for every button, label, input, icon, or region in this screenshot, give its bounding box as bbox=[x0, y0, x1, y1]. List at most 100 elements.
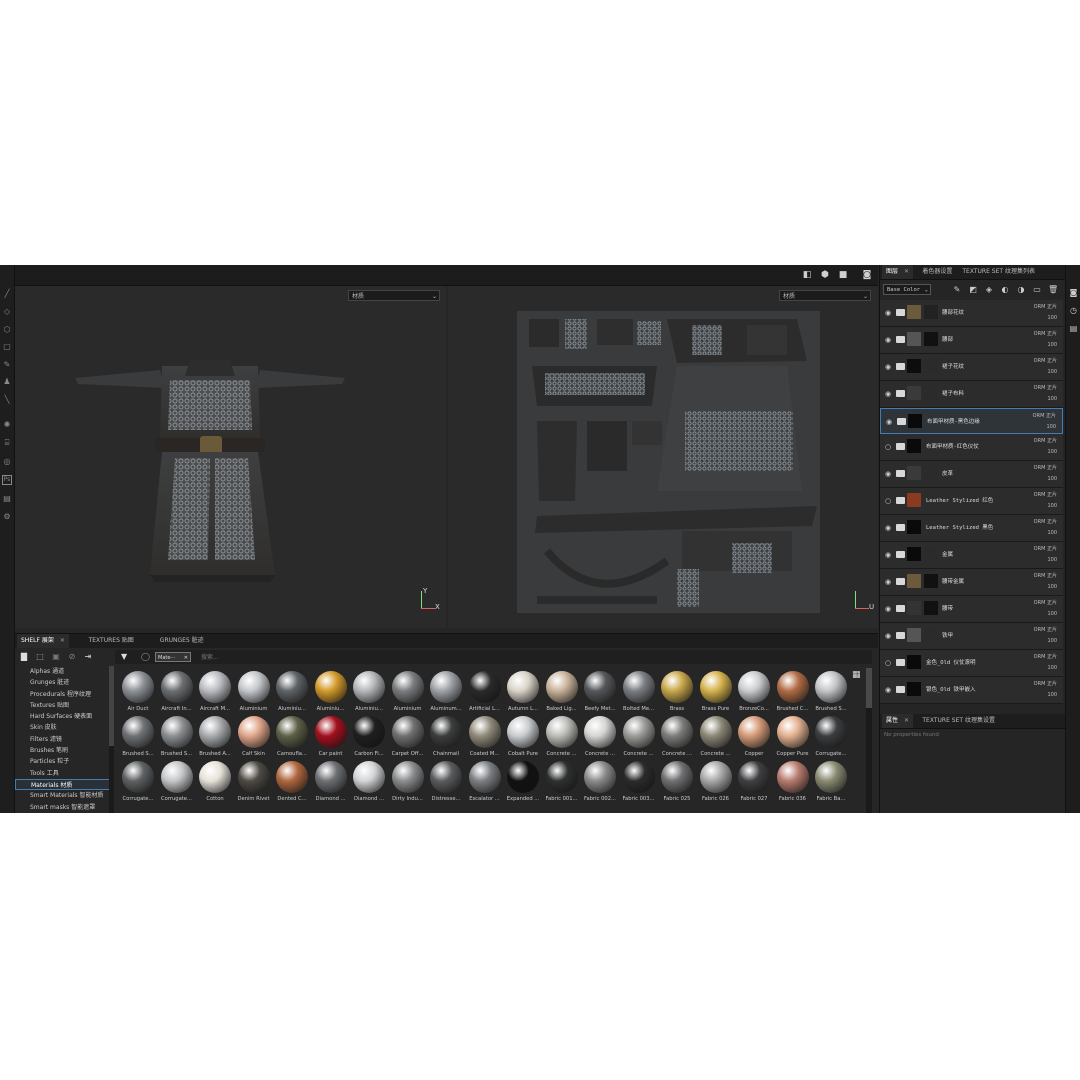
layer-opacity[interactable]: 100 bbox=[1047, 530, 1057, 536]
visibility-eye-icon[interactable]: ◉ bbox=[883, 469, 893, 479]
layer-row[interactable]: ◉ 腰带 ORM 正片 100 bbox=[880, 596, 1063, 623]
layer-row[interactable]: ◉ 腰带金属 ORM 正片 100 bbox=[880, 569, 1063, 596]
layer-row[interactable]: ◉ 铁甲 ORM 正片 100 bbox=[880, 623, 1063, 650]
material-tile[interactable]: Dented C... bbox=[273, 761, 311, 807]
layer-row[interactable]: ◉ 腰部花纹 ORM 正片 100 bbox=[880, 300, 1063, 327]
shader-settings-icon[interactable]: ◎ bbox=[2, 457, 12, 467]
shelf-category-item[interactable]: Particles 粒子 bbox=[15, 756, 110, 767]
material-tile[interactable]: Chainmail bbox=[427, 716, 465, 762]
log-icon[interactable]: ▤ bbox=[1068, 323, 1079, 334]
shelf-category-item[interactable]: Grunges 脏迹 bbox=[15, 677, 110, 688]
layer-opacity[interactable]: 100 bbox=[1047, 557, 1057, 563]
material-tile[interactable]: Baked Lig... bbox=[543, 671, 581, 717]
shelf-category-item[interactable]: Tools 工具 bbox=[15, 768, 110, 779]
layer-row[interactable]: ◉ Leather Stylized 黑色 ORM 正片 100 bbox=[880, 515, 1063, 542]
layer-blend-mode[interactable]: ORM 正片 bbox=[1034, 653, 1057, 660]
close-icon[interactable]: ✕ bbox=[904, 717, 909, 724]
shelf-category-item[interactable]: Materials 材质 bbox=[15, 778, 110, 791]
material-scrollbar[interactable] bbox=[866, 668, 872, 813]
layer-row[interactable]: ○ Leather Stylized 红色 ORM 正片 100 bbox=[880, 488, 1063, 515]
material-tile[interactable]: Fabric 025 bbox=[658, 761, 696, 807]
export-icon[interactable]: ▤ bbox=[2, 494, 12, 504]
material-tile[interactable]: Aircraft M... bbox=[196, 671, 234, 717]
material-tile[interactable]: Fabric Ba... bbox=[812, 761, 850, 807]
display-settings-icon[interactable]: ✺ bbox=[2, 420, 12, 430]
material-tile[interactable]: Fabric 026 bbox=[697, 761, 735, 807]
fill-layer-icon[interactable]: ◈ bbox=[984, 285, 994, 295]
shelf-category-item[interactable]: Hard Surfaces 硬表面 bbox=[15, 711, 110, 722]
material-tile[interactable]: Brushed A... bbox=[196, 716, 234, 762]
add-layer-icon[interactable]: ◩ bbox=[968, 285, 978, 295]
layer-opacity[interactable]: 100 bbox=[1047, 396, 1057, 402]
material-tile[interactable]: Aluminiu... bbox=[350, 671, 388, 717]
viewport-3d[interactable]: 材质 ⌄ Y X bbox=[15, 286, 446, 628]
visibility-eye-icon[interactable]: ○ bbox=[883, 496, 893, 506]
material-tile[interactable]: Air Duct bbox=[119, 671, 157, 717]
eraser-icon[interactable]: ◇ bbox=[2, 307, 12, 317]
material-tile[interactable]: Corrugate... bbox=[812, 716, 850, 762]
layer-blend-mode[interactable]: ORM 正片 bbox=[1034, 518, 1057, 525]
brush-icon[interactable]: ╱ bbox=[2, 289, 12, 299]
visibility-eye-icon[interactable]: ◉ bbox=[883, 685, 893, 695]
material-tile[interactable]: Escalator ... bbox=[466, 761, 504, 807]
material-tile[interactable]: Distresse... bbox=[427, 761, 465, 807]
shelf-tab-1[interactable]: TEXTURES 贴图 bbox=[85, 634, 138, 648]
history-icon[interactable]: ◷ bbox=[1068, 305, 1079, 316]
viewport-3d-mode-select[interactable]: 材质 ⌄ bbox=[348, 290, 440, 301]
visibility-eye-icon[interactable]: ◉ bbox=[883, 389, 893, 399]
visibility-eye-icon[interactable]: ○ bbox=[883, 658, 893, 668]
layer-opacity[interactable]: 100 bbox=[1046, 424, 1056, 430]
material-tile[interactable]: Car paint bbox=[312, 716, 350, 762]
save-icon[interactable]: ▣ bbox=[51, 652, 61, 662]
layer-opacity[interactable]: 100 bbox=[1047, 369, 1057, 375]
visibility-eye-icon[interactable]: ◉ bbox=[884, 417, 894, 427]
material-tile[interactable]: Concrete ... bbox=[658, 716, 696, 762]
layer-blend-mode[interactable]: ORM 正片 bbox=[1034, 545, 1057, 552]
material-scroll-thumb[interactable] bbox=[866, 668, 872, 708]
layer-blend-mode[interactable]: ORM 正片 bbox=[1034, 626, 1057, 633]
layer-opacity[interactable]: 100 bbox=[1047, 315, 1057, 321]
material-tile[interactable]: Diamond ... bbox=[312, 761, 350, 807]
material-tile[interactable]: Carbon Fi... bbox=[350, 716, 388, 762]
material-tile[interactable]: Cotton bbox=[196, 761, 234, 807]
properties-tab-1[interactable]: TEXTURE SET 纹理集设置 bbox=[918, 714, 999, 728]
shelf-tab-2[interactable]: GRUNGES 脏迹 bbox=[156, 634, 208, 648]
clone-icon[interactable]: ♟ bbox=[2, 377, 12, 387]
layer-opacity[interactable]: 100 bbox=[1047, 611, 1057, 617]
material-tile[interactable]: Carpet Off... bbox=[389, 716, 427, 762]
visibility-eye-icon[interactable]: ◉ bbox=[883, 604, 893, 614]
layer-opacity[interactable]: 100 bbox=[1047, 449, 1057, 455]
material-tile[interactable]: Copper bbox=[735, 716, 773, 762]
material-tile[interactable]: Concrete ... bbox=[543, 716, 581, 762]
material-tile[interactable]: Diamond ... bbox=[350, 761, 388, 807]
layer-row[interactable]: ◉ 裙子花纹 ORM 正片 100 bbox=[880, 354, 1063, 381]
layer-blend-mode[interactable]: ORM 正片 bbox=[1034, 680, 1057, 687]
material-tile[interactable]: Corrugate... bbox=[119, 761, 157, 807]
material-tile[interactable]: Aluminium bbox=[235, 671, 273, 717]
material-tile[interactable]: Concrete ... bbox=[697, 716, 735, 762]
layer-row[interactable]: ◉ 皮革 ORM 正片 100 bbox=[880, 461, 1063, 488]
properties-tab-0[interactable]: 属性 ✕ bbox=[882, 714, 914, 728]
material-tile[interactable]: Aluminum... bbox=[427, 671, 465, 717]
viewport-2d-mode-select[interactable]: 材质 ⌄ bbox=[779, 290, 871, 301]
material-tile[interactable]: Camoufla... bbox=[273, 716, 311, 762]
folder-icon[interactable]: ▇ bbox=[19, 652, 29, 662]
material-tile[interactable]: Expanded ... bbox=[504, 761, 542, 807]
hide-icon[interactable]: ⊘ bbox=[67, 652, 77, 662]
layer-opacity[interactable]: 100 bbox=[1047, 476, 1057, 482]
layer-row[interactable]: ◉ 金属 ORM 正片 100 bbox=[880, 542, 1063, 569]
layer-opacity[interactable]: 100 bbox=[1047, 692, 1057, 698]
filter-chip[interactable]: Mate··· ✕ bbox=[155, 652, 191, 662]
close-icon[interactable]: ✕ bbox=[60, 637, 65, 644]
material-tile[interactable]: Cobalt Pure bbox=[504, 716, 542, 762]
add-mask-icon[interactable]: ◐ bbox=[1000, 285, 1010, 295]
material-tile[interactable]: Brushed C... bbox=[774, 671, 812, 717]
photoshop-icon[interactable]: Ps bbox=[2, 475, 12, 485]
material-tile[interactable]: Brushed S... bbox=[158, 716, 196, 762]
layer-row[interactable]: ○ 布面甲材质-红色仪仗 ORM 正片 100 bbox=[880, 434, 1063, 461]
circle-icon[interactable]: ◯ bbox=[141, 652, 150, 661]
material-tile[interactable]: Fabric 002... bbox=[581, 761, 619, 807]
layer-blend-mode[interactable]: ORM 正片 bbox=[1034, 572, 1057, 579]
shelf-category-item[interactable]: Smart masks 智能遮罩 bbox=[15, 802, 110, 813]
shelf-category-item[interactable]: Filters 滤镜 bbox=[15, 734, 110, 745]
